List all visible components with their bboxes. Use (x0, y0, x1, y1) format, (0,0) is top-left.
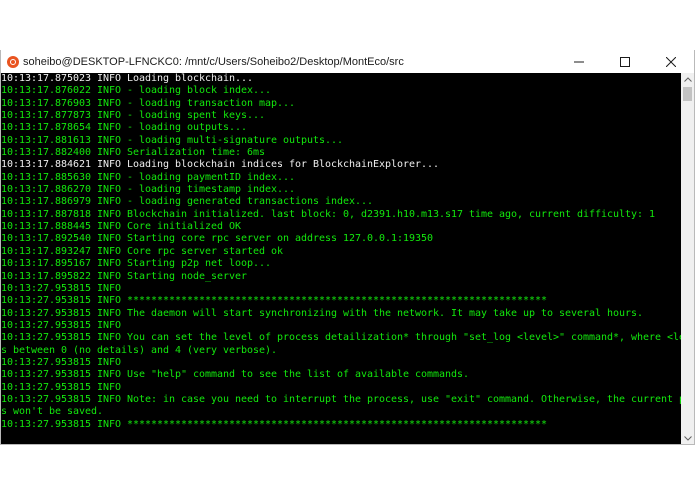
terminal-line: 10:13:27.953815 INFO The daemon will sta… (1, 307, 644, 319)
vertical-scrollbar[interactable] (681, 73, 694, 444)
maximize-icon (620, 56, 630, 67)
terminal-line: 10:13:17.886270 INFO - loading timestamp… (1, 184, 296, 196)
terminal-line: 10:13:27.953815 INFO (1, 319, 122, 331)
terminal-line: 10:13:17.885630 INFO - loading paymentID… (1, 171, 296, 183)
terminal-line: 10:13:17.876022 INFO - loading block ind… (1, 85, 272, 97)
terminal-line: 10:13:27.953815 INFO *******************… (1, 295, 548, 307)
terminal-line: 10:13:17.878654 INFO - loading outputs..… (1, 122, 248, 134)
terminal-line: 10:13:17.895822 INFO Starting node_serve… (1, 270, 248, 282)
terminal-line: s between 0 (no details) and 4 (very ver… (1, 344, 278, 356)
terminal-output[interactable]: 10:13:17.875023 INFO Loading blockchain.… (1, 73, 681, 444)
window-controls (556, 50, 694, 73)
terminal-line: 10:13:27.953815 INFO *******************… (1, 418, 548, 430)
terminal-line: 10:13:27.953815 INFO (1, 356, 122, 368)
terminal-line: 10:13:17.886979 INFO - loading generated… (1, 196, 374, 208)
close-button[interactable] (648, 50, 694, 73)
terminal-line: 10:13:17.888445 INFO Core initialized OK (1, 221, 242, 233)
terminal-line: 10:13:17.876903 INFO - loading transacti… (1, 97, 296, 109)
terminal-window: soheibo@DESKTOP-LFNCKC0: /mnt/c/Users/So… (0, 50, 695, 445)
close-icon (666, 56, 676, 67)
scrollbar-thumb[interactable] (683, 87, 692, 101)
minimize-button[interactable] (556, 50, 602, 73)
terminal-line: 10:13:27.953815 INFO Note: in case you n… (1, 393, 681, 405)
terminal-line: 10:13:17.887818 INFO Blockchain initiali… (1, 208, 656, 220)
maximize-button[interactable] (602, 50, 648, 73)
terminal-line: 10:13:17.895167 INFO Starting p2p net lo… (1, 258, 272, 270)
terminal-line: 10:13:27.953815 INFO You can set the lev… (1, 332, 681, 344)
scroll-down-button[interactable] (681, 432, 694, 444)
terminal-line: 10:13:27.953815 INFO Use "help" command … (1, 369, 470, 381)
scroll-up-button[interactable] (681, 73, 694, 85)
ubuntu-icon (7, 55, 19, 68)
minimize-icon (574, 61, 584, 62)
terminal-line: 10:13:17.881613 INFO - loading multi-sig… (1, 134, 344, 146)
terminal-line: 10:13:27.953815 INFO (1, 381, 122, 393)
terminal-line: 10:13:17.892540 INFO Starting core rpc s… (1, 233, 434, 245)
terminal-line: 10:13:17.875023 INFO Loading blockchain.… (1, 73, 254, 84)
terminal-line: 10:13:17.882400 INFO Serialization time:… (1, 147, 266, 159)
terminal-line: 10:13:17.877873 INFO - loading spent key… (1, 110, 266, 122)
chevron-up-icon (683, 76, 692, 82)
terminal-line: s won't be saved. (1, 406, 104, 418)
terminal-line: 10:13:17.884621 INFO Loading blockchain … (1, 159, 440, 171)
terminal-line: 10:13:27.953815 INFO (1, 282, 122, 294)
title-bar[interactable]: soheibo@DESKTOP-LFNCKC0: /mnt/c/Users/So… (1, 50, 694, 73)
terminal-line: 10:13:17.893247 INFO Core rpc server sta… (1, 245, 284, 257)
window-title: soheibo@DESKTOP-LFNCKC0: /mnt/c/Users/So… (23, 55, 404, 68)
chevron-down-icon (683, 435, 692, 441)
